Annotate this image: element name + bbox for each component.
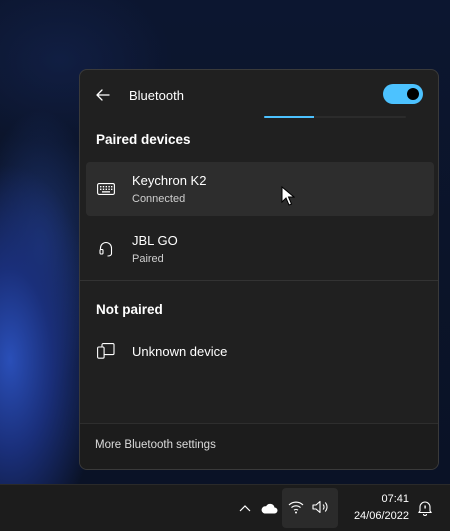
device-name: Keychron K2 bbox=[132, 173, 207, 188]
device-item-jbl-go[interactable]: JBL GO Paired bbox=[86, 222, 434, 276]
clock-date: 24/06/2022 bbox=[353, 510, 409, 522]
taskbar: 07:41 24/06/2022 bbox=[0, 484, 450, 531]
clock-time: 07:41 bbox=[381, 493, 409, 505]
cloud-icon[interactable] bbox=[258, 485, 280, 531]
arrow-left-icon bbox=[96, 89, 110, 101]
flyout-footer: More Bluetooth settings bbox=[80, 423, 438, 469]
flyout-header: Bluetooth bbox=[80, 70, 438, 120]
flyout-title: Bluetooth bbox=[129, 88, 184, 103]
device-item-unknown[interactable]: Unknown device bbox=[86, 324, 434, 378]
phone-device-icon bbox=[94, 324, 118, 378]
bluetooth-flyout: Bluetooth Paired devices Keychron K2 Con… bbox=[79, 69, 439, 470]
volume-icon bbox=[312, 500, 330, 519]
bluetooth-toggle[interactable] bbox=[383, 84, 423, 104]
keyboard-icon bbox=[94, 162, 118, 216]
device-name: JBL GO bbox=[132, 233, 178, 248]
device-item-keychron-k2[interactable]: Keychron K2 Connected bbox=[86, 162, 434, 216]
scan-progress-fill bbox=[264, 116, 314, 118]
notification-bell-icon[interactable] bbox=[414, 485, 436, 531]
scan-progress-bar bbox=[264, 116, 406, 118]
toggle-knob bbox=[407, 88, 419, 100]
device-name: Unknown device bbox=[132, 344, 228, 359]
chevron-up-icon[interactable] bbox=[236, 485, 254, 531]
more-bluetooth-settings-link[interactable]: More Bluetooth settings bbox=[95, 439, 216, 451]
clock[interactable]: 07:41 24/06/2022 bbox=[343, 491, 409, 525]
headset-icon bbox=[94, 222, 118, 276]
paired-devices-heading: Paired devices bbox=[96, 132, 191, 147]
network-volume-button[interactable] bbox=[282, 488, 338, 528]
wifi-icon bbox=[288, 500, 304, 519]
section-divider bbox=[80, 280, 438, 281]
back-button[interactable] bbox=[92, 84, 114, 106]
device-status: Paired bbox=[132, 253, 164, 265]
not-paired-heading: Not paired bbox=[96, 302, 163, 317]
mouse-cursor-icon bbox=[281, 186, 295, 206]
device-status: Connected bbox=[132, 193, 186, 205]
